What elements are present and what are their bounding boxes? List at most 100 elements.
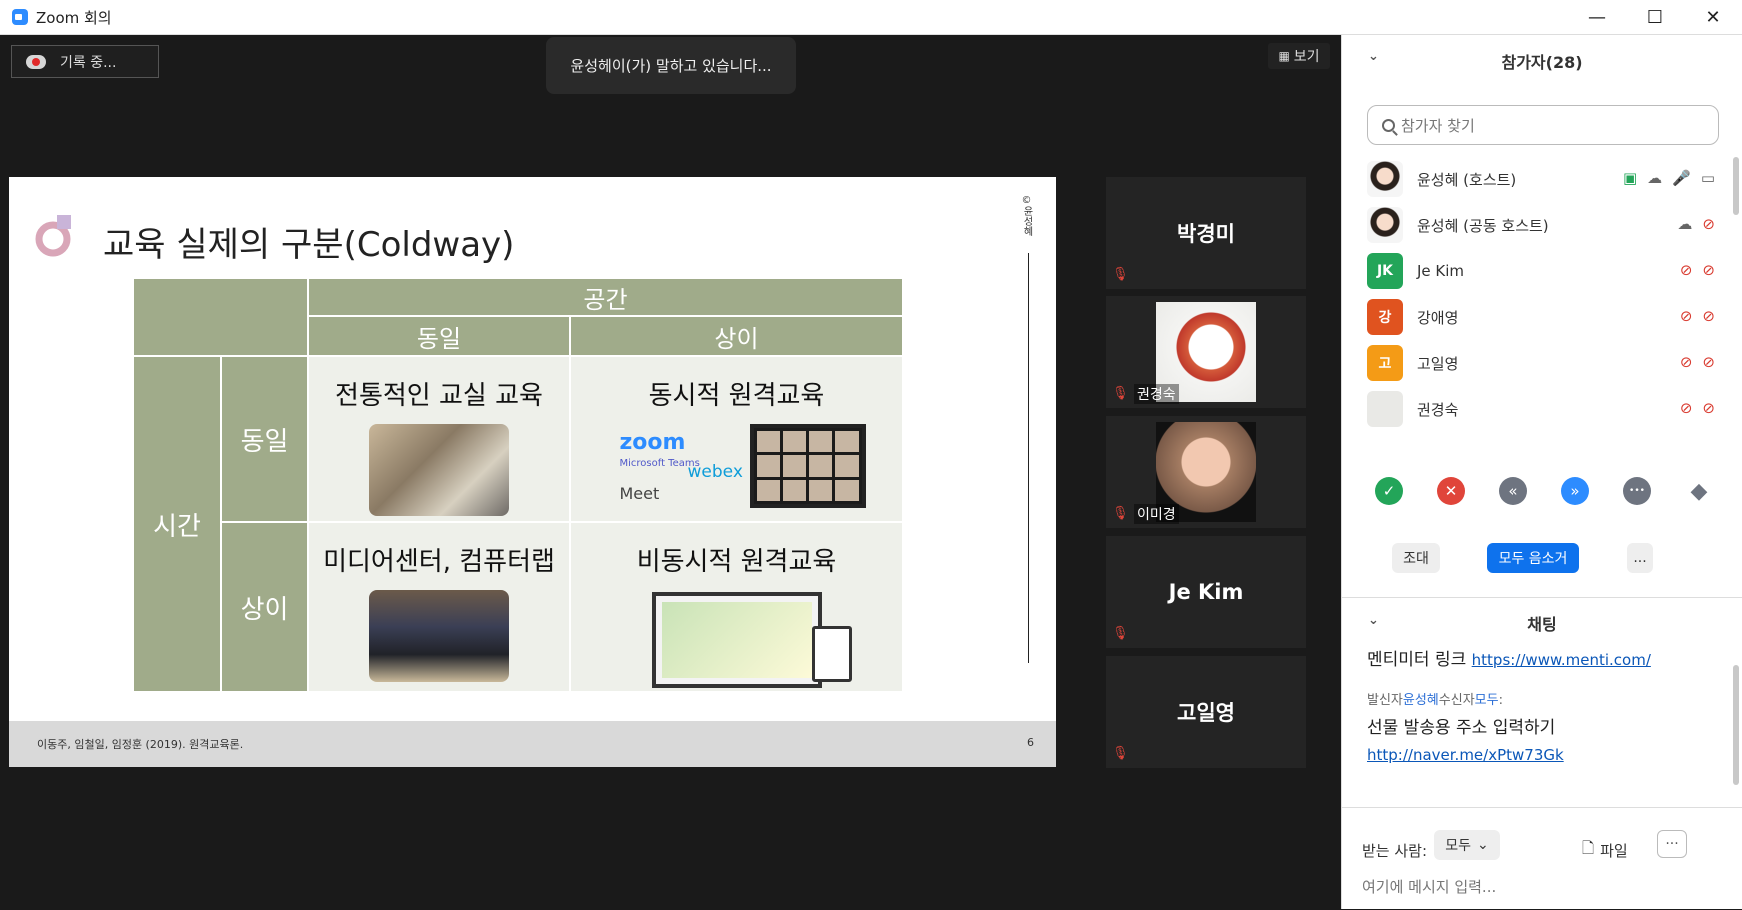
video-off-icon: ⊘ [1702, 353, 1715, 371]
slide-logo-icon [35, 215, 71, 257]
video-off-icon: ⊘ [1702, 399, 1715, 417]
panel-divider [1342, 597, 1742, 598]
receiver-name[interactable]: 모두 [1475, 693, 1499, 708]
video-off-icon: ⊘ [1702, 261, 1715, 279]
tile-name: 고일영 [1177, 701, 1235, 725]
mic-muted-icon: 🎙 [1112, 267, 1129, 282]
side-panel: ⌄ 참가자(28) 참가자 찾기 윤성혜 (호스트) ▣ ☁ 🎤 ▭ 윤성혜 (… [1341, 35, 1742, 909]
participant-search-input[interactable]: 참가자 찾기 [1367, 105, 1719, 145]
yes-feedback-icon[interactable]: ✓ [1375, 477, 1403, 505]
collapse-chevron-icon[interactable]: ⌄ [1368, 613, 1379, 628]
search-placeholder: 참가자 찾기 [1401, 116, 1475, 135]
cloud-record-icon: ☁ [1647, 169, 1663, 187]
tile-name: Je Kim [1168, 580, 1244, 604]
recipient-label: 받는 사람: [1362, 842, 1428, 860]
slide-copyright: ©윤성혜 [1021, 195, 1032, 236]
time-header: 시간 [134, 357, 220, 691]
slide-footer: 이동주, 임철일, 임정훈 (2019). 원격교육론. 6 [9, 721, 1056, 767]
mic-muted-icon: ⊘ [1679, 261, 1693, 279]
avatar: 고 [1367, 345, 1403, 381]
clear-feedback-icon[interactable]: ◆ [1685, 477, 1713, 505]
search-icon [1382, 118, 1395, 132]
grid-icon: ▦ [1278, 49, 1290, 63]
participant-name: 윤성혜 (호스트) [1417, 170, 1517, 189]
video-tile[interactable]: 박경미 🎙 [1106, 177, 1306, 289]
participant-status-icons: ⊘ ⊘ [1680, 353, 1715, 371]
no-feedback-icon[interactable]: ✕ [1437, 477, 1465, 505]
video-tile[interactable]: Je Kim 🎙 [1106, 536, 1306, 648]
participant-name: 고일영 [1417, 354, 1459, 373]
minimize-button[interactable]: — [1568, 0, 1626, 35]
chat-title: 채팅 [1527, 615, 1557, 634]
view-label: 보기 [1293, 49, 1320, 65]
participant-actions: 조대 모두 음소거 ... [1342, 543, 1742, 573]
more-options-button[interactable]: ... [1627, 543, 1653, 573]
panel-divider [1342, 807, 1742, 808]
close-button[interactable]: ✕ [1684, 0, 1742, 35]
cloud-record-icon: ☁ [1677, 215, 1693, 233]
cell-traditional-classroom: 전통적인 교실 교육 [309, 357, 569, 521]
mic-muted-icon: ⊘ [1679, 353, 1693, 371]
participant-name: 강애영 [1417, 308, 1459, 327]
video-tile[interactable]: 🎙 이미경 [1106, 416, 1306, 528]
chat-input[interactable]: 여기에 메시지 입력... [1362, 876, 1496, 897]
participant-row[interactable]: 고 고일영 ⊘ ⊘ [1367, 341, 1719, 385]
participant-status-icons: ⊘ ⊘ [1680, 399, 1715, 417]
video-tile[interactable]: 🎙 권경숙 [1106, 296, 1306, 408]
participant-row[interactable]: 윤성혜 (호스트) ▣ ☁ 🎤 ▭ [1367, 157, 1719, 201]
participant-row[interactable]: 강 강애영 ⊘ ⊘ [1367, 295, 1719, 339]
participant-row[interactable]: JK Je Kim ⊘ ⊘ [1367, 249, 1719, 293]
video-icon: ▭ [1700, 169, 1715, 187]
window-title-bar: Zoom 회의 — ☐ ✕ [0, 0, 1742, 35]
checklist-icon [811, 626, 852, 682]
cell-synchronous-remote: 동시적 원격교육 zoom Microsoft Teams Meet webex [571, 357, 902, 521]
time-diff-header: 상이 [222, 523, 307, 691]
collapse-chevron-icon[interactable]: ⌄ [1368, 49, 1379, 64]
chat-header: ⌄ 채팅 [1342, 611, 1742, 635]
chat-link-text[interactable]: http://naver.me/xPtw73Gk [1367, 746, 1564, 764]
receiver-prefix: 수신자 [1438, 693, 1475, 708]
more-feedback-icon[interactable]: ••• [1623, 477, 1651, 505]
faster-feedback-icon[interactable]: » [1561, 477, 1589, 505]
participant-status-icons: ☁ ⊘ [1677, 215, 1715, 233]
video-off-icon: ⊘ [1702, 215, 1715, 233]
participant-list-scrollbar[interactable] [1733, 157, 1739, 215]
education-matrix-table: 공간 동일 상이 시간 동일 상이 전통적인 교실 교육 동시적 원격교육 zo… [134, 279, 902, 691]
slower-feedback-icon[interactable]: « [1499, 477, 1527, 505]
video-tile[interactable]: 고일영 🎙 [1106, 656, 1306, 768]
time-same-header: 동일 [222, 357, 307, 521]
participant-status-icons: ⊘ ⊘ [1680, 261, 1715, 279]
chat-link[interactable]: https://www.menti.com/ [1472, 651, 1651, 669]
sender-name[interactable]: 윤성혜 [1403, 693, 1439, 708]
maximize-button[interactable]: ☐ [1626, 0, 1684, 35]
online-lecture-monitor [651, 592, 852, 688]
video-conference-apps: zoom Microsoft Teams Meet webex [612, 424, 866, 521]
chat-scrollbar[interactable] [1733, 665, 1739, 785]
cell-label: 전통적인 교실 교육 [335, 381, 543, 411]
cell-label: 비동시적 원격교육 [636, 547, 837, 577]
slide-title: 교육 실제의 구분(Coldway) [103, 225, 515, 265]
chat-more-button[interactable]: ··· [1657, 830, 1687, 858]
participant-row[interactable]: 권경숙 ⊘ ⊘ [1367, 387, 1719, 431]
chat-compose-area: 받는 사람: 모두 ⌄ 🗋 파일 ··· 여기에 메시지 입력... [1342, 820, 1742, 910]
file-label: 파일 [1600, 842, 1628, 860]
meta-suffix: : [1498, 693, 1503, 708]
participant-row[interactable]: 윤성혜 (공동 호스트) ☁ ⊘ [1367, 203, 1719, 247]
recording-indicator[interactable]: 기록 중... [11, 45, 159, 78]
mic-muted-icon: 🎙 [1112, 626, 1129, 641]
cell-label: 미디어센터, 컴퓨터랩 [323, 547, 555, 577]
cloud-record-icon [26, 54, 46, 69]
view-button[interactable]: ▦ 보기 [1268, 43, 1330, 69]
recipient-select[interactable]: 모두 ⌄ [1434, 830, 1500, 860]
mute-all-button[interactable]: 모두 음소거 [1487, 543, 1579, 573]
zoom-app-icon [12, 9, 28, 25]
cell-label: 동시적 원격교육 [648, 381, 825, 411]
active-speaker-banner: 윤성헤이(가) 말하고 있습니다... [546, 37, 796, 94]
participant-status-icons: ⊘ ⊘ [1680, 307, 1715, 325]
invite-button[interactable]: 조대 [1392, 543, 1440, 573]
space-header: 공간 [309, 279, 902, 315]
nonverbal-feedback-bar: ✓ ✕ « » ••• ◆ [1367, 477, 1719, 511]
table-corner [134, 279, 307, 355]
file-button[interactable]: 🗋 파일 [1582, 838, 1628, 863]
chat-link[interactable]: http://naver.me/xPtw73Gk [1367, 745, 1564, 765]
